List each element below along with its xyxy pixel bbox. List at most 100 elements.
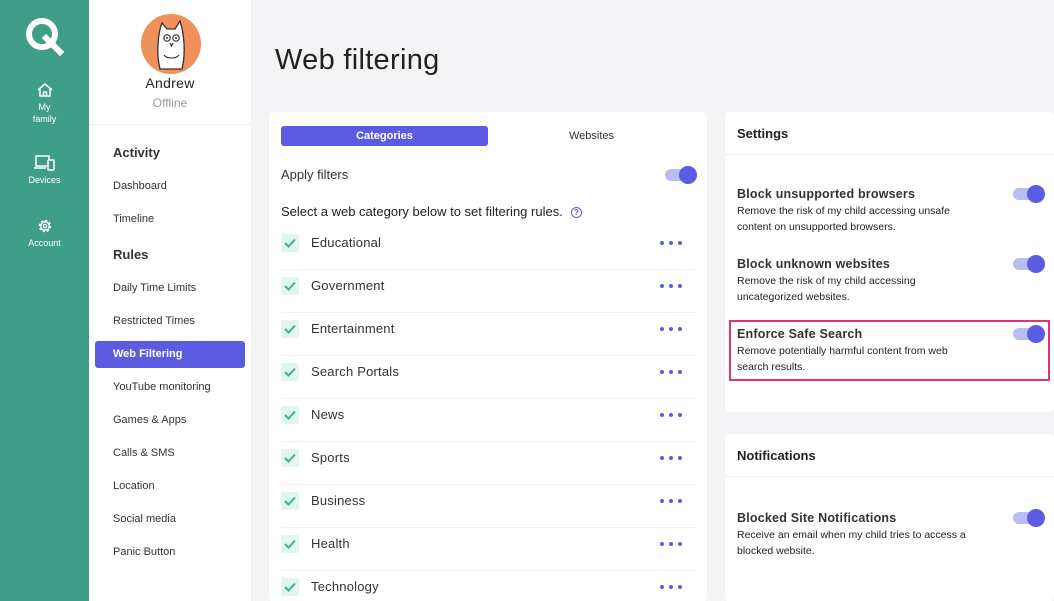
category-row[interactable]: Technology [281, 571, 697, 601]
notifications-card: Notifications Blocked Site Notifications… [725, 434, 1054, 601]
more-options-icon[interactable] [659, 239, 683, 247]
panel-divider [89, 124, 251, 125]
category-label: News [311, 407, 344, 422]
check-icon [283, 537, 297, 551]
highlight-box [729, 320, 1050, 381]
check-icon [283, 580, 297, 594]
category-checkbox[interactable] [281, 578, 299, 596]
more-options-icon[interactable] [659, 497, 683, 505]
page-title: Web filtering [275, 44, 440, 77]
rail-devices[interactable]: Devices [0, 155, 89, 186]
category-label: Technology [311, 579, 379, 594]
category-label: Government [311, 278, 385, 293]
category-row[interactable]: Educational [281, 227, 697, 270]
category-label: Entertainment [311, 321, 395, 336]
nav-item-restricted-times[interactable]: Restricted Times [95, 308, 245, 335]
block-unsupported-browsers-toggle[interactable] [1013, 185, 1044, 201]
category-checkbox[interactable] [281, 449, 299, 467]
category-label: Business [311, 493, 365, 508]
rail-my-family[interactable]: My family [0, 82, 89, 125]
category-row[interactable]: Search Portals [281, 356, 697, 399]
activity-section-title: Activity [113, 145, 160, 160]
category-label: Search Portals [311, 364, 399, 379]
nav-item-calls-sms[interactable]: Calls & SMS [95, 440, 245, 467]
category-label: Sports [311, 450, 350, 465]
help-icon[interactable]: ? [571, 207, 582, 218]
category-checkbox[interactable] [281, 535, 299, 553]
setting-desc-line-1: Receive an email when my child tries to … [737, 527, 1007, 543]
more-options-icon[interactable] [659, 368, 683, 376]
category-row[interactable]: Health [281, 528, 697, 571]
block-unknown-websites-toggle[interactable] [1013, 255, 1044, 271]
profile-status: Offline [89, 96, 251, 110]
more-options-icon[interactable] [659, 540, 683, 548]
tab-websites[interactable]: Websites [488, 126, 695, 146]
setting-title: Block unsupported browsers [737, 187, 1007, 201]
rail-account-label: Account [0, 237, 89, 249]
category-row[interactable]: Business [281, 485, 697, 528]
setting-title: Blocked Site Notifications [737, 511, 1007, 525]
blocked-site-notifications-toggle[interactable] [1013, 509, 1044, 525]
setting-desc-line-2: content on unsupported browsers. [737, 219, 1007, 235]
more-options-icon[interactable] [659, 583, 683, 591]
app-rail: My family Devices Account [0, 0, 89, 601]
avatar[interactable] [140, 13, 202, 75]
check-icon [283, 279, 297, 293]
setting-desc-line-1: Remove the risk of my child accessing un… [737, 203, 1007, 219]
setting-desc-line-2: uncategorized websites. [737, 289, 1007, 305]
setting-blocked-site-notifications: Blocked Site Notifications Receive an em… [737, 511, 1007, 559]
more-options-icon[interactable] [659, 325, 683, 333]
apply-filters-label: Apply filters [281, 167, 348, 182]
settings-divider [725, 154, 1054, 155]
more-options-icon[interactable] [659, 454, 683, 462]
profile-panel: Andrew Offline Activity Dashboard Timeli… [89, 0, 251, 601]
nav-item-panic-button[interactable]: Panic Button [95, 539, 245, 566]
apply-filters-toggle[interactable] [665, 166, 696, 182]
category-row[interactable]: News [281, 399, 697, 442]
nav-item-dashboard[interactable]: Dashboard [95, 173, 245, 200]
check-icon [283, 365, 297, 379]
check-icon [283, 494, 297, 508]
check-icon [283, 451, 297, 465]
category-checkbox[interactable] [281, 363, 299, 381]
more-options-icon[interactable] [659, 411, 683, 419]
gear-icon [37, 218, 53, 234]
category-checkbox[interactable] [281, 234, 299, 252]
category-row[interactable]: Sports [281, 442, 697, 485]
rail-account[interactable]: Account [0, 218, 89, 249]
toggle-knob [1027, 185, 1045, 203]
category-hint: Select a web category below to set filte… [281, 204, 582, 219]
nav-item-youtube-monitoring[interactable]: YouTube monitoring [95, 374, 245, 401]
setting-block-unknown-websites: Block unknown websites Remove the risk o… [737, 257, 1007, 305]
toggle-knob [1027, 509, 1045, 527]
check-icon [283, 408, 297, 422]
category-checkbox[interactable] [281, 406, 299, 424]
nav-item-web-filtering[interactable]: Web Filtering [95, 341, 245, 368]
nav-item-games-apps[interactable]: Games & Apps [95, 407, 245, 434]
notifications-title: Notifications [737, 448, 816, 463]
notifications-divider [725, 476, 1054, 477]
nav-item-timeline[interactable]: Timeline [95, 206, 245, 233]
qustodio-logo[interactable] [24, 16, 64, 56]
category-label: Educational [311, 235, 381, 250]
more-options-icon[interactable] [659, 282, 683, 290]
filter-card: Categories Websites Apply filters Select… [269, 112, 707, 601]
check-icon [283, 236, 297, 250]
category-checkbox[interactable] [281, 277, 299, 295]
setting-desc-line-1: Remove the risk of my child accessing [737, 273, 1007, 289]
category-checkbox[interactable] [281, 492, 299, 510]
category-checkbox[interactable] [281, 320, 299, 338]
settings-title: Settings [737, 126, 788, 141]
category-row[interactable]: Entertainment [281, 313, 697, 356]
category-row[interactable]: Government [281, 270, 697, 313]
nav-item-social-media[interactable]: Social media [95, 506, 245, 533]
toggle-knob [1027, 255, 1045, 273]
category-label: Health [311, 536, 350, 551]
setting-block-unsupported-browsers: Block unsupported browsers Remove the ri… [737, 187, 1007, 235]
tab-categories[interactable]: Categories [281, 126, 488, 146]
nav-item-location[interactable]: Location [95, 473, 245, 500]
rules-section-title: Rules [113, 247, 148, 262]
profile-name: Andrew [89, 75, 251, 91]
nav-item-daily-time-limits[interactable]: Daily Time Limits [95, 275, 245, 302]
category-hint-text: Select a web category below to set filte… [281, 204, 563, 219]
